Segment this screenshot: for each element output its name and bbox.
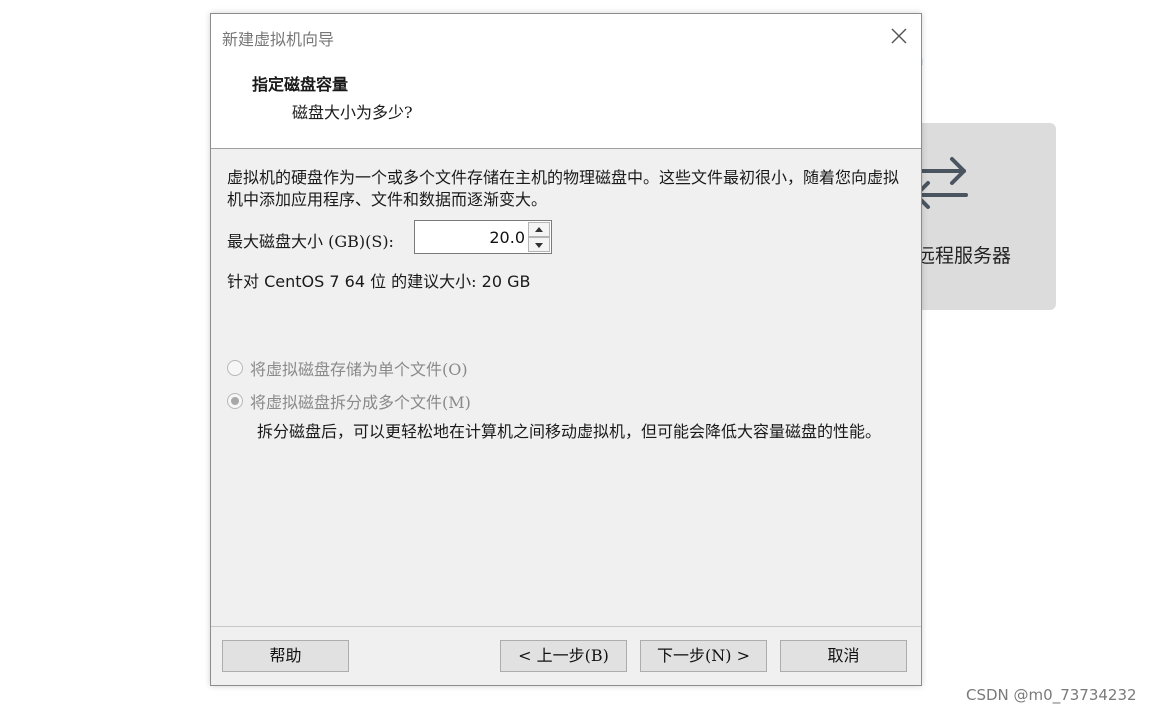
split-description: 拆分磁盘后，可以更轻松地在计算机之间移动虚拟机，但可能会降低大容量磁盘的性能。: [257, 422, 882, 441]
max-disk-size-spinner[interactable]: [414, 220, 552, 254]
remote-server-label: 远程服务器: [916, 245, 1012, 267]
single-file-label: 将虚拟磁盘存储为单个文件(O): [250, 360, 468, 379]
help-button[interactable]: 帮助: [222, 640, 349, 672]
disk-description: 虚拟机的硬盘作为一个或多个文件存储在主机的物理磁盘中。这些文件最初很小，随着您向…: [227, 168, 900, 209]
recommend-value: 20 GB: [481, 272, 531, 291]
footer-divider: [211, 626, 921, 627]
split-files-label: 将虚拟磁盘拆分成多个文件(M): [250, 393, 471, 412]
recommended-size: 针对 CentOS 7 64 位 的建议大小: 20 GB: [227, 268, 531, 292]
page-subtitle: 磁盘大小为多少?: [292, 103, 413, 122]
dialog-title: 新建虚拟机向导: [222, 30, 335, 49]
spin-down-button[interactable]: [528, 237, 550, 252]
back-button[interactable]: < 上一步(B): [500, 640, 627, 672]
spin-up-button[interactable]: [528, 222, 550, 237]
cancel-button[interactable]: 取消: [780, 640, 907, 672]
single-file-radio[interactable]: [227, 360, 243, 376]
watermark: CSDN @m0_73734232: [966, 686, 1137, 704]
screen: M 远程服务器 CSDN @m0_73734232 新建虚拟机向导 指定磁盘容: [0, 0, 1156, 713]
new-vm-wizard-dialog: 新建虚拟机向导 指定磁盘容量 磁盘大小为多少? 虚拟机的硬盘作为一个或多个文件存…: [210, 13, 922, 686]
title-bar: 新建虚拟机向导: [211, 14, 921, 58]
split-files-radio[interactable]: [227, 393, 243, 409]
single-file-option[interactable]: 将虚拟磁盘存储为单个文件(O): [227, 356, 468, 380]
recommend-mid: 位 的建议大小:: [370, 272, 477, 291]
recommend-os: CentOS 7 64: [264, 272, 365, 291]
spinner-buttons: [528, 222, 550, 252]
max-disk-size-label: 最大磁盘大小 (GB)(S):: [227, 232, 394, 251]
max-disk-size-input[interactable]: [417, 223, 525, 251]
split-files-option[interactable]: 将虚拟磁盘拆分成多个文件(M): [227, 389, 471, 413]
next-button[interactable]: 下一步(N) >: [640, 640, 767, 672]
recommend-prefix: 针对: [227, 272, 260, 291]
page-title: 指定磁盘容量: [252, 75, 349, 94]
close-icon[interactable]: [885, 22, 913, 50]
wizard-header: 指定磁盘容量 磁盘大小为多少?: [211, 58, 921, 149]
